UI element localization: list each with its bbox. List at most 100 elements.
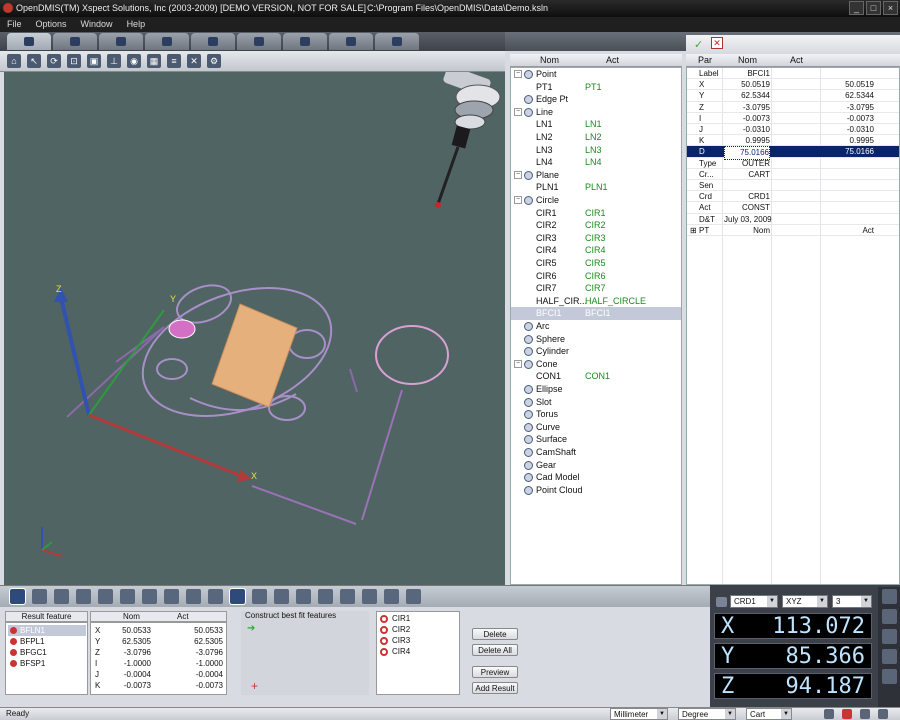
tree-item[interactable]: CIR2 CIR2 bbox=[511, 219, 681, 232]
tree-item[interactable]: LN2 LN2 bbox=[511, 131, 681, 144]
construct-feature-item[interactable]: CIR3 bbox=[380, 635, 410, 646]
tree-item[interactable]: CIR7 CIR7 bbox=[511, 282, 681, 295]
collapse-icon[interactable]: − bbox=[514, 170, 522, 179]
filter-icon[interactable]: ⚙ bbox=[207, 54, 221, 68]
tree-category[interactable]: − Plane bbox=[511, 169, 681, 182]
tree-category[interactable]: Gear bbox=[511, 459, 681, 472]
menu-options[interactable]: Options bbox=[29, 17, 74, 32]
property-row[interactable]: Cr... CART bbox=[687, 169, 899, 180]
collapse-icon[interactable]: − bbox=[514, 196, 522, 204]
tab-align[interactable] bbox=[283, 33, 327, 50]
property-row[interactable]: Type OUTER bbox=[687, 158, 899, 169]
record-icon[interactable] bbox=[878, 709, 888, 719]
tab-document[interactable] bbox=[53, 33, 97, 50]
close-button[interactable]: × bbox=[883, 1, 898, 15]
expand-icon[interactable]: ⊞ bbox=[690, 225, 697, 236]
property-row[interactable]: I -0.0073 -0.0073 bbox=[687, 113, 899, 124]
tree-category[interactable]: Cylinder bbox=[511, 345, 681, 358]
tree-item[interactable]: CIR1 CIR1 bbox=[511, 207, 681, 220]
cone-apex-tool-icon[interactable] bbox=[361, 589, 377, 604]
tree-category[interactable]: Slot bbox=[511, 396, 681, 409]
tab-tolerance[interactable] bbox=[191, 33, 235, 50]
slot-tool-icon[interactable] bbox=[207, 589, 223, 604]
property-row[interactable]: Z -3.0795 -3.0795 bbox=[687, 102, 899, 113]
property-row[interactable]: Crd CRD1 bbox=[687, 191, 899, 203]
property-row[interactable]: K 0.9995 0.9995 bbox=[687, 135, 899, 147]
minimize-button[interactable]: _ bbox=[849, 1, 864, 15]
tree-category[interactable]: − Circle bbox=[511, 194, 681, 207]
tree-category[interactable]: Arc bbox=[511, 320, 681, 333]
property-row[interactable]: Act CONST bbox=[687, 202, 899, 214]
property-row[interactable]: Sen bbox=[687, 180, 899, 192]
collapse-icon[interactable]: − bbox=[514, 359, 522, 368]
tree-item[interactable]: LN4 LN4 bbox=[511, 156, 681, 169]
tree-item[interactable]: LN3 LN3 bbox=[511, 144, 681, 157]
menu-help[interactable]: Help bbox=[120, 17, 153, 32]
tree-category[interactable]: Surface bbox=[511, 433, 681, 446]
tab-cad[interactable] bbox=[237, 33, 281, 50]
tree-item[interactable]: PT1 PT1 bbox=[511, 81, 681, 94]
network-tool-icon[interactable] bbox=[405, 589, 421, 604]
tree-item[interactable]: BFCI1 BFCI1 bbox=[511, 307, 681, 320]
result-feature-item[interactable]: BFGC1 bbox=[8, 647, 86, 658]
close-icon[interactable]: ✕ bbox=[711, 37, 723, 49]
tree-item[interactable]: LN1 LN1 bbox=[511, 118, 681, 131]
tree-category[interactable]: − Cone bbox=[511, 358, 681, 371]
menu-window[interactable]: Window bbox=[74, 17, 120, 32]
pointer-icon[interactable]: ↖ bbox=[27, 54, 41, 68]
tree-category[interactable]: − Line bbox=[511, 106, 681, 119]
tree-item[interactable]: CIR3 CIR3 bbox=[511, 232, 681, 245]
check-icon[interactable]: ✓ bbox=[694, 38, 703, 51]
property-row[interactable]: J -0.0310 -0.0310 bbox=[687, 124, 899, 136]
plane-tool-icon[interactable] bbox=[53, 589, 69, 604]
tree-category[interactable]: Point Cloud bbox=[511, 484, 681, 497]
tree-item[interactable]: CON1 CON1 bbox=[511, 370, 681, 383]
tangent-tool-icon[interactable] bbox=[339, 589, 355, 604]
settings-icon[interactable] bbox=[824, 709, 834, 719]
tab-report[interactable] bbox=[329, 33, 373, 50]
tree-item[interactable]: CIR6 CIR6 bbox=[511, 270, 681, 283]
add-result-button[interactable]: Add Result bbox=[472, 682, 518, 694]
joystick-icon[interactable] bbox=[882, 629, 897, 644]
tree-item[interactable]: CIR5 CIR5 bbox=[511, 257, 681, 270]
rotate-icon[interactable]: ⟳ bbox=[47, 54, 61, 68]
result-feature-item[interactable]: BFLN1 bbox=[8, 625, 86, 636]
tree-category[interactable]: Curve bbox=[511, 421, 681, 434]
offset-tool-icon[interactable] bbox=[295, 589, 311, 604]
tree-category[interactable]: Sphere bbox=[511, 333, 681, 346]
tree-item[interactable]: PLN1 PLN1 bbox=[511, 181, 681, 194]
property-row[interactable]: Y 62.5344 62.5344 bbox=[687, 90, 899, 102]
intersect-tool-icon[interactable] bbox=[251, 589, 267, 604]
tree-category[interactable]: CamShaft bbox=[511, 446, 681, 459]
collapse-icon[interactable]: − bbox=[514, 70, 522, 78]
probe-icon[interactable] bbox=[882, 609, 897, 624]
tree-category[interactable]: Ellipse bbox=[511, 383, 681, 396]
sphere-tool-icon[interactable] bbox=[119, 589, 135, 604]
tab-program[interactable] bbox=[375, 33, 419, 50]
construct-feature-item[interactable]: CIR1 bbox=[380, 613, 410, 624]
ellipse-tool-icon[interactable] bbox=[185, 589, 201, 604]
tree-category[interactable]: Edge Pt bbox=[511, 93, 681, 106]
result-feature-item[interactable]: BFSP1 bbox=[8, 658, 86, 669]
grid-icon[interactable] bbox=[860, 709, 870, 719]
point-tool-icon[interactable] bbox=[8, 588, 26, 605]
property-row[interactable]: ⊞ PT Nom Act bbox=[687, 225, 899, 236]
preview-button[interactable]: Preview bbox=[472, 666, 518, 678]
layers-icon[interactable]: ≡ bbox=[167, 54, 181, 68]
angle-select[interactable]: Degree ▼ bbox=[678, 708, 736, 720]
zoom-window-icon[interactable]: ▣ bbox=[87, 54, 101, 68]
delete-icon[interactable]: ✕ bbox=[187, 54, 201, 68]
gear-icon[interactable] bbox=[882, 649, 897, 664]
palette-icon[interactable]: ▦ bbox=[147, 54, 161, 68]
zoom-fit-icon[interactable]: ⊡ bbox=[67, 54, 81, 68]
maximize-button[interactable]: □ bbox=[866, 1, 881, 15]
cone-tool-icon[interactable] bbox=[163, 589, 179, 604]
tab-construct[interactable] bbox=[145, 33, 189, 50]
tree-category[interactable]: Cad Model bbox=[511, 471, 681, 484]
tree-category[interactable]: − Point bbox=[511, 68, 681, 81]
construct-feature-item[interactable]: CIR2 bbox=[380, 624, 410, 635]
menu-file[interactable]: File bbox=[0, 17, 29, 32]
count-select[interactable]: 3 ▼ bbox=[832, 595, 872, 608]
axis-icon[interactable]: ⊥ bbox=[107, 54, 121, 68]
construct-feature-item[interactable]: CIR4 bbox=[380, 646, 410, 657]
